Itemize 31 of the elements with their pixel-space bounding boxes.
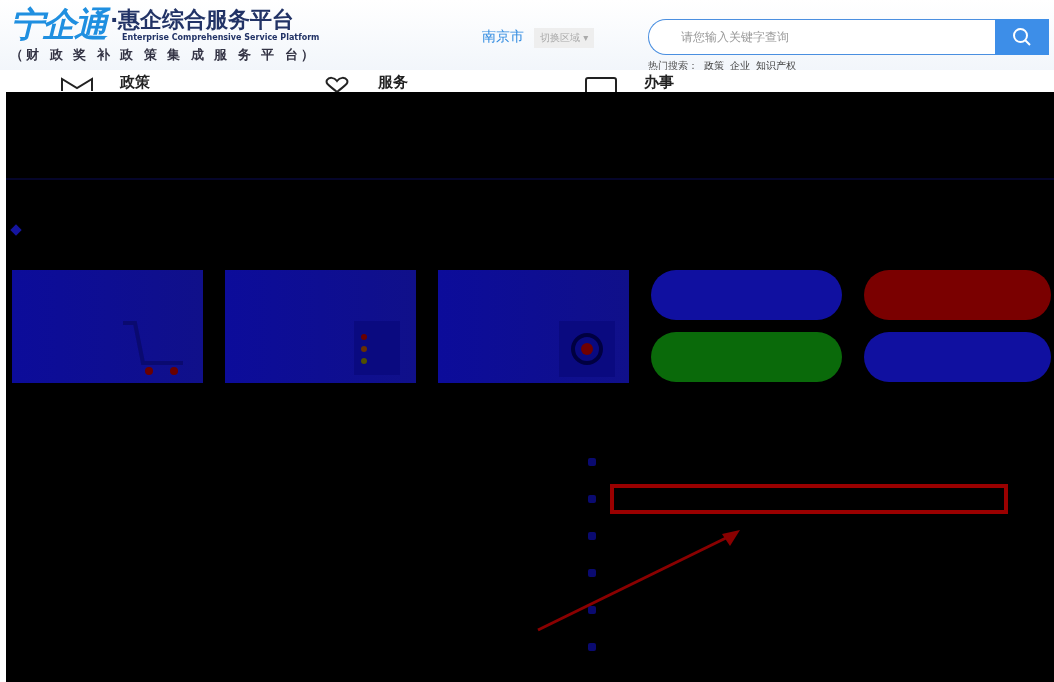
list-bullet bbox=[588, 494, 596, 503]
service-card[interactable] bbox=[225, 270, 416, 383]
monitor-icon bbox=[584, 76, 618, 92]
service-card[interactable] bbox=[438, 270, 629, 383]
nav-item[interactable]: 政策 bbox=[60, 70, 322, 92]
search-icon bbox=[1012, 27, 1033, 47]
hot-search-link[interactable]: 企业 bbox=[730, 59, 751, 73]
section-marker bbox=[10, 224, 22, 236]
shortcut-pill[interactable] bbox=[864, 332, 1051, 382]
nav-item[interactable]: 服务 bbox=[322, 70, 584, 92]
nav-item[interactable]: 办事 bbox=[584, 70, 846, 92]
list-bullet bbox=[588, 531, 596, 540]
list-bullet bbox=[588, 605, 596, 614]
service-card[interactable] bbox=[12, 270, 203, 383]
list-bullet bbox=[588, 457, 596, 466]
shortcut-pill[interactable] bbox=[651, 332, 842, 382]
hot-search-link[interactable]: 知识产权 bbox=[756, 59, 797, 73]
search-field[interactable]: 请您输入关键字查询 bbox=[648, 19, 996, 55]
hot-search-label: 热门搜索： bbox=[648, 59, 699, 73]
mail-icon bbox=[60, 76, 94, 92]
hot-search-link[interactable]: 政策 bbox=[704, 59, 725, 73]
site-tagline: （财 政 奖 补 政 策 集 成 服 务 平 台） bbox=[10, 46, 318, 64]
shortcut-pill[interactable] bbox=[651, 270, 842, 320]
city-label: 南京市 bbox=[482, 28, 524, 46]
search-button[interactable] bbox=[995, 19, 1050, 55]
target-icon bbox=[559, 321, 615, 377]
list-bullet bbox=[588, 642, 596, 651]
shortcut-pill[interactable] bbox=[864, 270, 1051, 320]
list-bullet bbox=[588, 568, 596, 577]
site-title: ·惠企综合服务平台 bbox=[110, 6, 296, 33]
site-subtitle: Enterprise Comprehensive Service Platform bbox=[121, 32, 320, 42]
